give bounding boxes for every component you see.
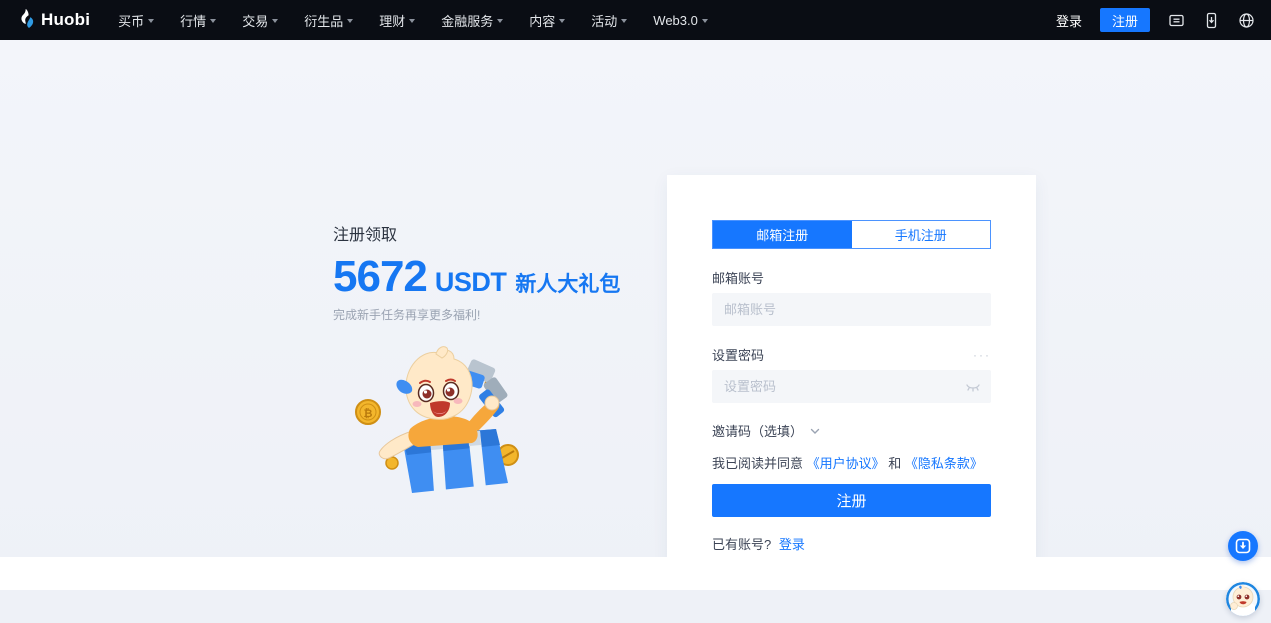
promo-amount-line: 5672 USDT 新人大礼包 xyxy=(333,255,620,299)
chevron-down-icon xyxy=(559,19,565,23)
huobi-flame-icon xyxy=(16,9,35,31)
brand-name: Huobi xyxy=(41,10,90,30)
nav-item-markets[interactable]: 行情 xyxy=(180,11,216,30)
password-label: 设置密码 xyxy=(712,345,764,364)
nav-item-content[interactable]: 内容 xyxy=(529,11,565,30)
invite-code-label: 邀请码（选填） xyxy=(712,421,803,440)
tab-phone-register[interactable]: 手机注册 xyxy=(852,221,991,248)
chevron-down-icon xyxy=(210,19,216,23)
promo-title: 注册领取 xyxy=(333,221,620,245)
nav-item-web3[interactable]: Web3.0 xyxy=(653,13,708,28)
promo-block: 注册领取 5672 USDT 新人大礼包 完成新手任务再享更多福利! xyxy=(333,221,620,323)
email-input[interactable] xyxy=(712,293,991,326)
footer-strip xyxy=(0,557,1271,590)
coin-bitcoin-left: ₿ xyxy=(356,400,380,424)
customer-service-avatar[interactable] xyxy=(1226,582,1260,616)
register-card: 邮箱注册 手机注册 邮箱账号 设置密码 ··· xyxy=(667,175,1036,568)
header-actions: 登录 注册 xyxy=(1056,8,1255,32)
chevron-down-icon xyxy=(702,19,708,23)
svg-text:₿: ₿ xyxy=(364,408,373,420)
chevron-down-icon xyxy=(497,19,503,23)
tab-email-register[interactable]: 邮箱注册 xyxy=(713,221,852,248)
login-prompt-line: 已有账号? 登录 xyxy=(712,534,991,553)
header-login-link[interactable]: 登录 xyxy=(1056,11,1082,30)
download-icon xyxy=(1235,538,1251,554)
register-tabs: 邮箱注册 手机注册 xyxy=(712,220,991,249)
chevron-down-icon xyxy=(272,19,278,23)
promo-amount: 5672 xyxy=(333,255,427,299)
register-page: Huobi 买币 行情 交易 衍生品 理财 金融服务 内容 活动 Web3.0 … xyxy=(0,0,1271,623)
email-label: 邮箱账号 xyxy=(712,268,764,287)
chevron-down-icon xyxy=(347,19,353,23)
chevron-down-icon xyxy=(810,428,820,435)
chevron-down-icon xyxy=(148,19,154,23)
main-nav: 买币 行情 交易 衍生品 理财 金融服务 内容 活动 Web3.0 xyxy=(118,11,708,30)
login-link[interactable]: 登录 xyxy=(779,537,805,552)
nav-item-financial-services[interactable]: 金融服务 xyxy=(441,11,503,30)
password-rules-dots-icon[interactable]: ··· xyxy=(973,352,991,358)
download-app-floating-button[interactable] xyxy=(1228,531,1258,561)
nav-item-buy-crypto[interactable]: 买币 xyxy=(118,11,154,30)
support-chat-icon[interactable] xyxy=(1168,12,1185,29)
top-navbar: Huobi 买币 行情 交易 衍生品 理财 金融服务 内容 活动 Web3.0 … xyxy=(0,0,1271,40)
password-visibility-eye-icon[interactable] xyxy=(965,381,981,393)
mascot-illustration: ₿ xyxy=(350,345,540,500)
header-register-button[interactable]: 注册 xyxy=(1100,8,1150,32)
nav-item-derivatives[interactable]: 衍生品 xyxy=(304,11,353,30)
terms-link[interactable]: 《用户协议》 xyxy=(807,456,885,471)
register-submit-button[interactable]: 注册 xyxy=(712,484,991,517)
nav-item-trade[interactable]: 交易 xyxy=(242,11,278,30)
main-area: 注册领取 5672 USDT 新人大礼包 完成新手任务再享更多福利! ₿ xyxy=(0,40,1271,590)
promo-note: 完成新手任务再享更多福利! xyxy=(333,306,620,323)
app-download-icon[interactable] xyxy=(1203,12,1220,29)
promo-subtitle: 新人大礼包 xyxy=(515,268,620,298)
agreement-text: 我已阅读并同意 《用户协议》 和 《隐私条款》 xyxy=(712,456,991,471)
password-input[interactable] xyxy=(712,370,991,403)
privacy-link[interactable]: 《隐私条款》 xyxy=(905,456,983,471)
language-globe-icon[interactable] xyxy=(1238,12,1255,29)
promo-currency: USDT xyxy=(435,267,507,298)
huobi-logo[interactable]: Huobi xyxy=(16,9,90,31)
invite-code-toggle[interactable]: 邀请码（选填） xyxy=(712,421,991,440)
chevron-down-icon xyxy=(621,19,627,23)
nav-item-activities[interactable]: 活动 xyxy=(591,11,627,30)
nav-item-earn[interactable]: 理财 xyxy=(379,11,415,30)
chevron-down-icon xyxy=(409,19,415,23)
